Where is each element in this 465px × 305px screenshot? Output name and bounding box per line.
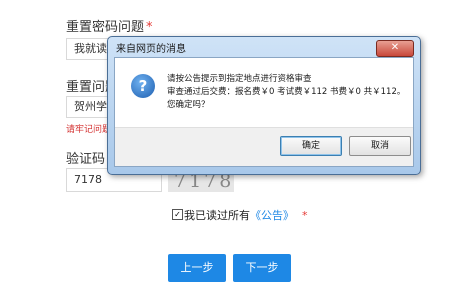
dialog-message-line2: 审查通过后交费：报名费￥0 考试费￥112 书费￥0 共￥112。 <box>167 87 406 97</box>
cancel-button[interactable]: 取消 <box>349 136 411 156</box>
agree-text: 我已读过所有 <box>184 209 250 222</box>
error-message: 请牢记问题 <box>66 125 112 135</box>
dialog-footer: 确定 取消 <box>115 127 413 166</box>
captcha-value: 7178 <box>74 173 102 186</box>
confirm-dialog: 来自网页的消息 ✕ ? 请按公告提示到指定地点进行资格审查 审查通过后交费：报名… <box>107 36 421 175</box>
ok-button[interactable]: 确定 <box>280 136 342 156</box>
agree-row: 我已读过所有《公告》 * <box>184 207 308 223</box>
close-icon[interactable]: ✕ <box>376 40 414 57</box>
required-mark: * <box>146 20 153 35</box>
next-button[interactable]: 下一步 <box>233 254 291 282</box>
reset-question-label-text: 重置密码问题 <box>66 20 145 35</box>
dialog-title: 来自网页的消息 <box>116 44 186 55</box>
captcha-label-text: 验证码 <box>66 152 106 167</box>
prev-button[interactable]: 上一步 <box>168 254 226 282</box>
dialog-body: ? 请按公告提示到指定地点进行资格审查 审查通过后交费：报名费￥0 考试费￥11… <box>114 57 414 167</box>
question-icon: ? <box>131 74 155 98</box>
announcement-link[interactable]: 《公告》 <box>250 209 294 222</box>
required-mark: * <box>302 209 308 222</box>
agree-checkbox[interactable]: ✓ <box>172 209 183 220</box>
dialog-message-line3: 您确定吗？ <box>167 100 210 110</box>
dialog-message-line1: 请按公告提示到指定地点进行资格审查 <box>167 74 312 84</box>
reset-question-label: 重置密码问题 * <box>66 16 153 35</box>
